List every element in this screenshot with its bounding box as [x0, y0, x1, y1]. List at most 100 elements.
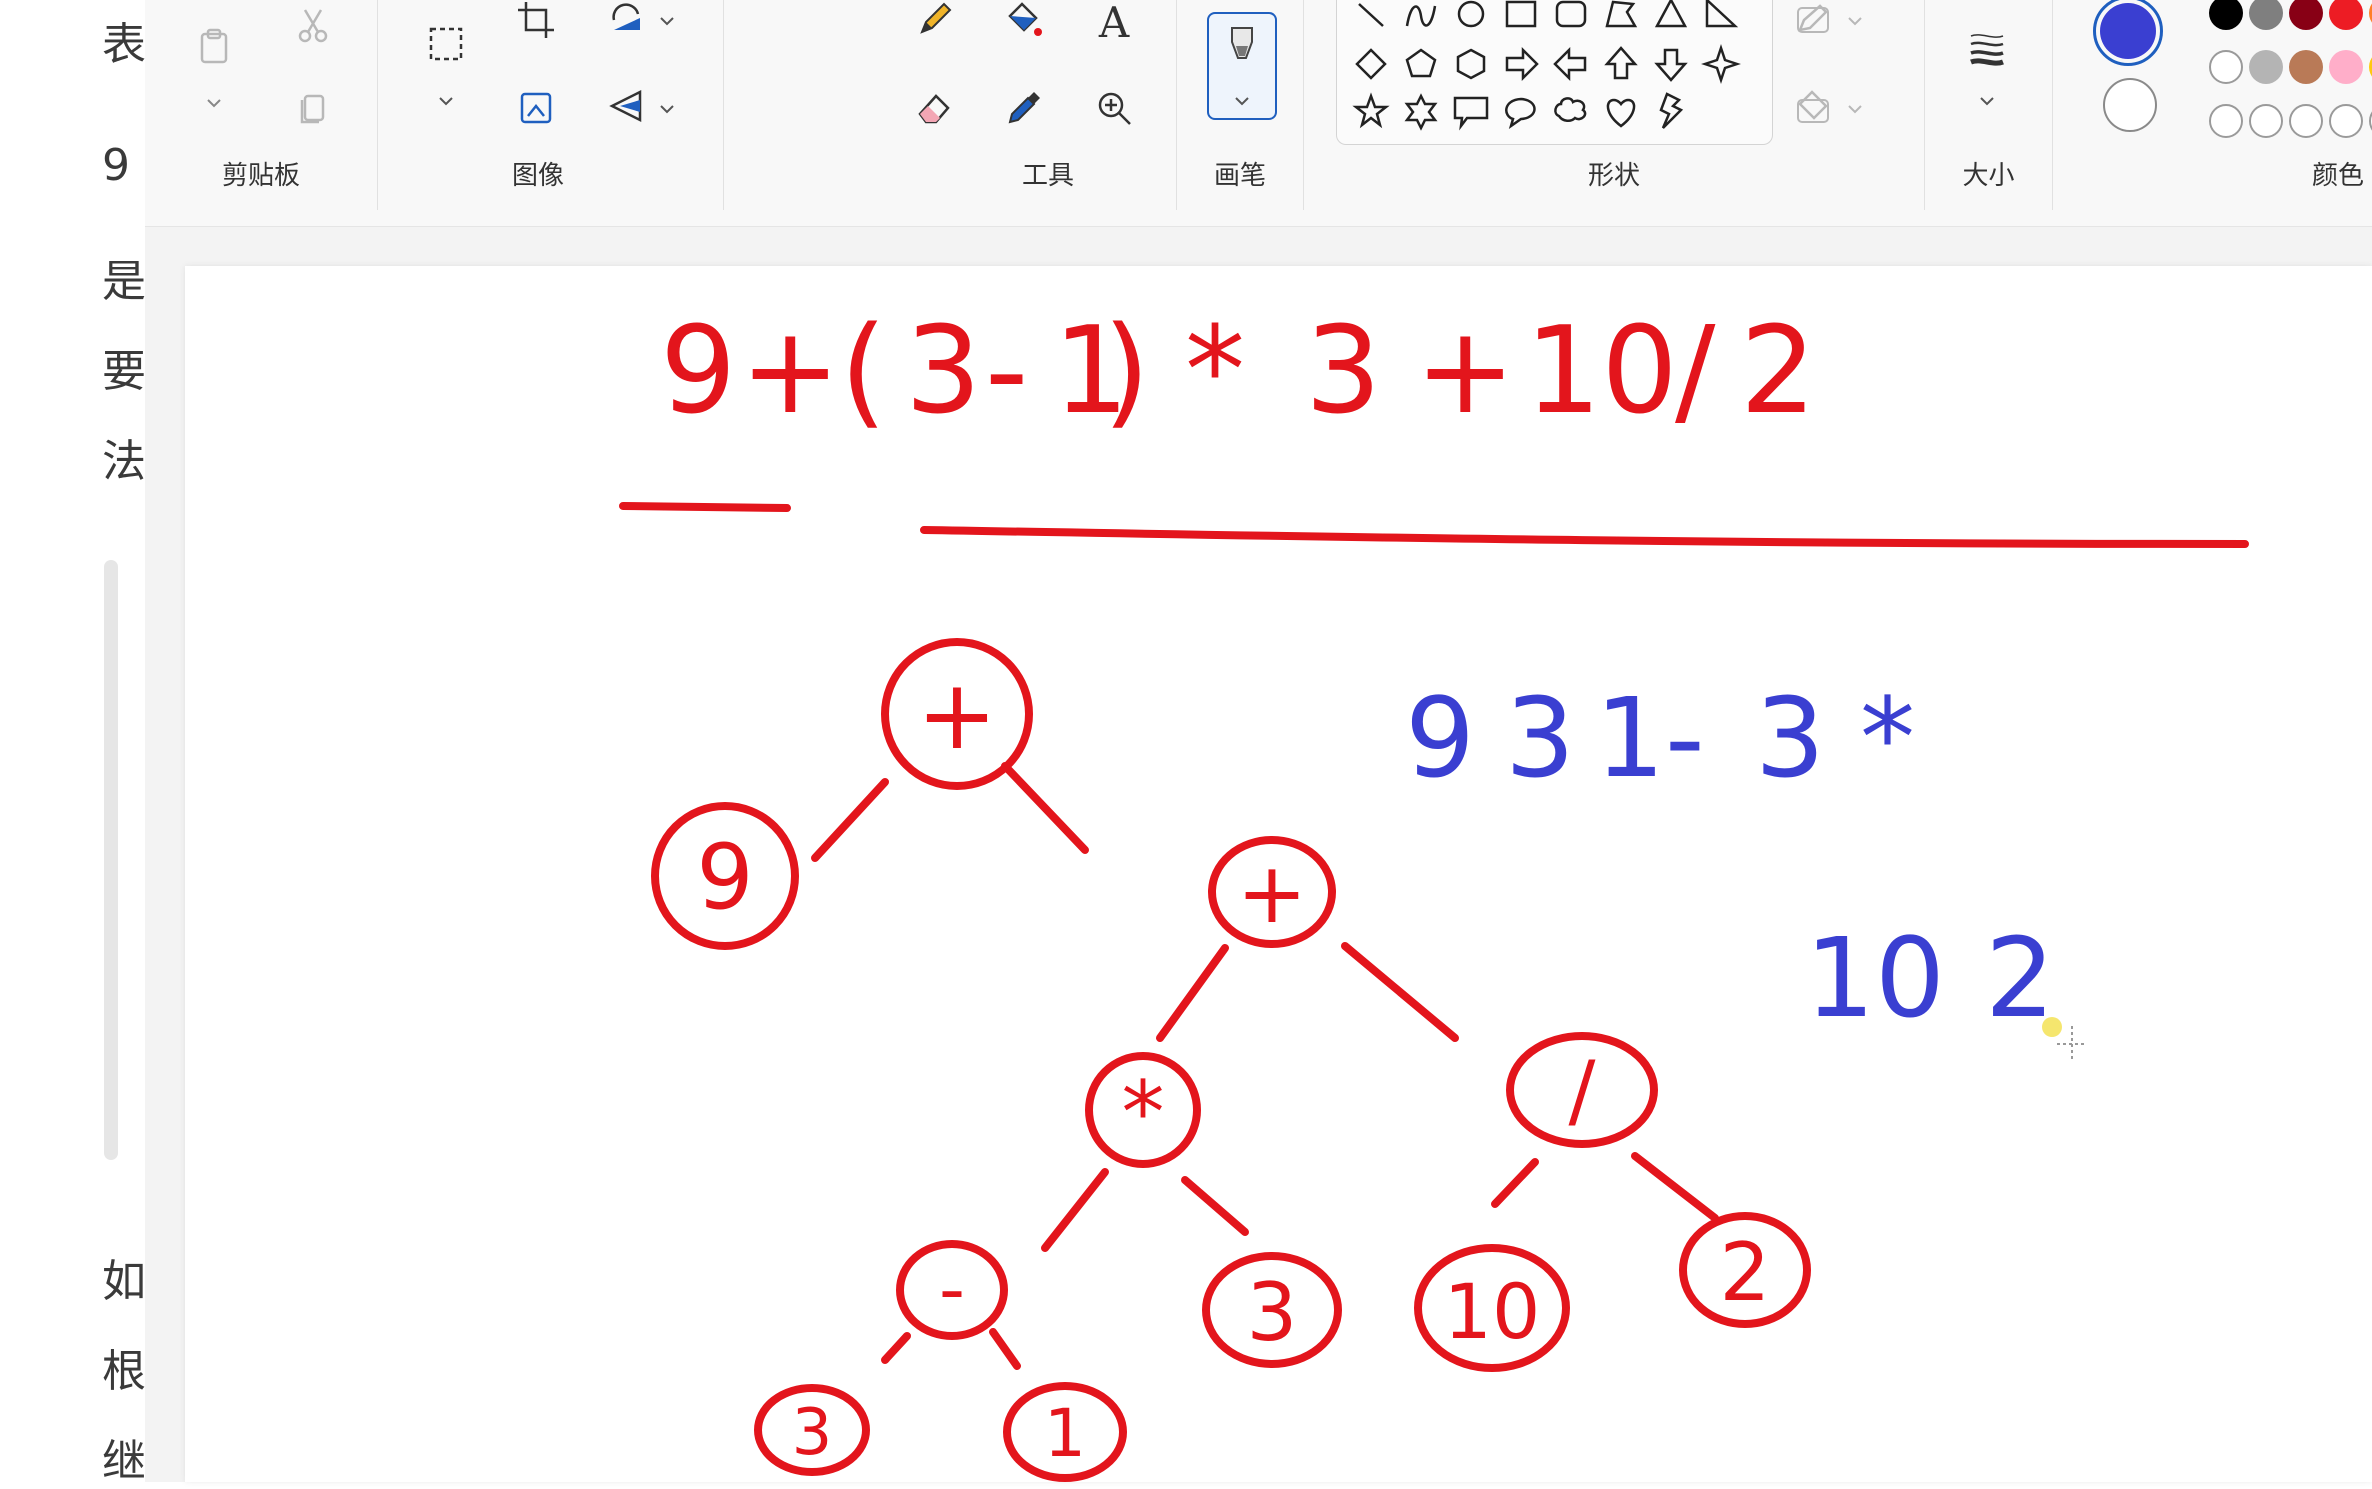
tools-label-text: 工具 [1021, 161, 1074, 191]
postfix-token: 3 [1505, 674, 1575, 802]
line-thickness-icon [1967, 28, 2007, 72]
shape-fill-button[interactable] [1786, 82, 1842, 138]
drawing-canvas[interactable]: 9 + ( 3 - 1 ) * 3 + 10 / 2 9 3 1 - 3 * 1… [185, 266, 2372, 1482]
postfix-token: 9 [1405, 674, 1475, 802]
oval-shape[interactable] [1449, 0, 1493, 40]
cloud-callout-shape[interactable] [1549, 90, 1593, 134]
outline-dropdown[interactable] [1844, 10, 1866, 32]
color-swatch[interactable] [2329, 50, 2363, 84]
line-shape[interactable] [1349, 0, 1393, 40]
rotate-button[interactable] [598, 0, 654, 50]
shapes-group: 形状 [1304, 0, 1924, 210]
diamond-icon [1349, 48, 1393, 90]
tree-node-label: 3 [792, 1396, 833, 1470]
tree-edge [989, 1328, 1021, 1370]
outline-button[interactable] [1786, 0, 1842, 50]
triangle-shape[interactable] [1649, 0, 1693, 40]
text-button[interactable]: A [1086, 0, 1142, 50]
arrow-right-icon [1499, 46, 1543, 90]
select-dropdown[interactable] [435, 90, 457, 112]
rect-callout-shape[interactable] [1449, 90, 1493, 134]
size-button[interactable] [1959, 22, 2015, 78]
tree-node-label: - [939, 1247, 965, 1331]
tree-edge [1631, 1152, 1719, 1222]
canvas-drawing[interactable]: 9 + ( 3 - 1 ) * 3 + 10 / 2 9 3 1 - 3 * 1… [185, 266, 2372, 1482]
tree-node-root: + [881, 638, 1033, 790]
color-swatch[interactable] [2329, 0, 2363, 30]
chevron-down-icon [1844, 105, 1866, 124]
color-picker-button[interactable] [996, 82, 1052, 138]
paste-button[interactable] [186, 20, 242, 76]
color-swatch[interactable] [2249, 0, 2283, 30]
size-dropdown[interactable] [1976, 90, 1998, 112]
custom-color-slot[interactable] [2289, 104, 2323, 138]
color-1-swatch [2100, 3, 2156, 59]
right-triangle-shape[interactable] [1699, 0, 1743, 40]
heart-shape[interactable] [1599, 90, 1643, 134]
color-swatch[interactable] [2209, 0, 2243, 30]
copy-button[interactable] [285, 82, 341, 138]
flip-dropdown[interactable] [656, 98, 678, 120]
expr-token: 2 [1740, 302, 1816, 441]
crop-button[interactable] [508, 0, 564, 50]
hexagon-shape[interactable] [1449, 42, 1493, 86]
shape-fill-dropdown[interactable] [1844, 98, 1866, 120]
pentagon-shape[interactable] [1399, 42, 1443, 86]
custom-color-slot[interactable] [2209, 104, 2243, 138]
tree-edge [1041, 1168, 1109, 1252]
size-label: 大小 [1962, 161, 2015, 191]
up-arrow-shape[interactable] [1599, 42, 1643, 86]
tree-node-div: / [1506, 1032, 1658, 1148]
expr-token: / [1675, 302, 1716, 441]
rotate-dropdown[interactable] [656, 10, 678, 32]
polygon-shape[interactable] [1599, 0, 1643, 40]
lightning-shape[interactable] [1649, 90, 1693, 134]
left-arrow-shape[interactable] [1549, 42, 1593, 86]
fill-button[interactable] [996, 0, 1052, 50]
oval-callout-shape[interactable] [1499, 90, 1543, 134]
color-swatch[interactable] [2289, 50, 2323, 84]
cloud-callout-icon [1549, 97, 1593, 138]
right-arrow-shape[interactable] [1499, 42, 1543, 86]
four-point-star-shape[interactable] [1699, 42, 1743, 86]
select-button[interactable] [418, 18, 474, 74]
doc-char: 根 [102, 1346, 146, 1397]
brush-button[interactable] [1207, 12, 1277, 120]
tree-node-label: * [1122, 1063, 1165, 1163]
six-point-star-shape[interactable] [1399, 90, 1443, 134]
diamond-shape[interactable] [1349, 42, 1393, 86]
color-2-selector[interactable] [2103, 78, 2157, 132]
doc-scrollbar[interactable] [104, 560, 118, 1160]
tree-node-ten: 10 [1414, 1244, 1570, 1372]
paint-window: 剪贴板 图像 A 工具 画笔 形状 大小 颜色 9 + (3 - 1) * … [145, 0, 2372, 1482]
magnifier-button[interactable] [1086, 82, 1142, 138]
tree-node-three-b: 3 [754, 1384, 870, 1476]
chevron-down-icon [656, 17, 678, 36]
rectangle-shape[interactable] [1499, 0, 1543, 40]
expr-token: ) [1103, 302, 1150, 441]
paste-dropdown[interactable] [203, 92, 225, 114]
tree-node-one: 1 [1003, 1382, 1127, 1482]
color-swatch[interactable] [2249, 50, 2283, 84]
color-swatch[interactable] [2209, 50, 2243, 84]
tree-edge [1001, 762, 1089, 854]
cut-button[interactable] [285, 0, 341, 56]
color-swatch[interactable] [2289, 0, 2323, 30]
custom-color-slot[interactable] [2329, 104, 2363, 138]
resize-button[interactable] [508, 82, 564, 138]
pencil-button[interactable] [906, 0, 962, 50]
rounded-rectangle-shape[interactable] [1549, 0, 1593, 40]
flip-button[interactable] [598, 80, 654, 136]
down-arrow-shape[interactable] [1649, 42, 1693, 86]
chevron-down-icon [203, 99, 225, 118]
eraser-button[interactable] [906, 82, 962, 138]
doc-char: 9 [102, 140, 130, 191]
expr-token: + [1415, 302, 1516, 441]
color-1-selector[interactable] [2093, 0, 2163, 66]
five-point-star-shape[interactable] [1349, 90, 1393, 134]
tree-node-nine: 9 [651, 802, 799, 950]
custom-color-slot[interactable] [2249, 104, 2283, 138]
tree-node-two: 2 [1679, 1212, 1811, 1328]
curve-shape[interactable] [1399, 0, 1443, 40]
doc-char: 法 [102, 436, 146, 487]
